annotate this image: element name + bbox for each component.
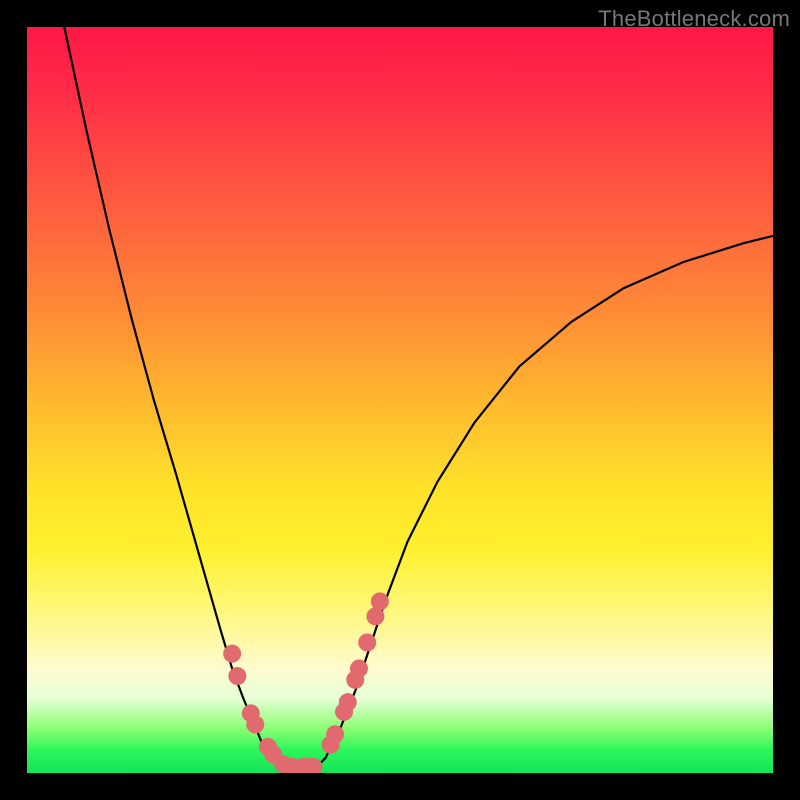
highlight-dot <box>246 716 264 734</box>
highlight-dot <box>228 667 246 685</box>
highlight-dot <box>326 725 344 743</box>
chart-plot-area <box>27 27 773 773</box>
highlight-dot <box>223 645 241 663</box>
highlight-dot <box>358 633 376 651</box>
chart-frame: TheBottleneck.com <box>0 0 800 800</box>
highlight-dot <box>350 660 368 678</box>
highlight-dots <box>27 27 773 773</box>
highlight-dot <box>371 592 389 610</box>
highlight-dot <box>339 693 357 711</box>
watermark-text: TheBottleneck.com <box>598 6 790 32</box>
